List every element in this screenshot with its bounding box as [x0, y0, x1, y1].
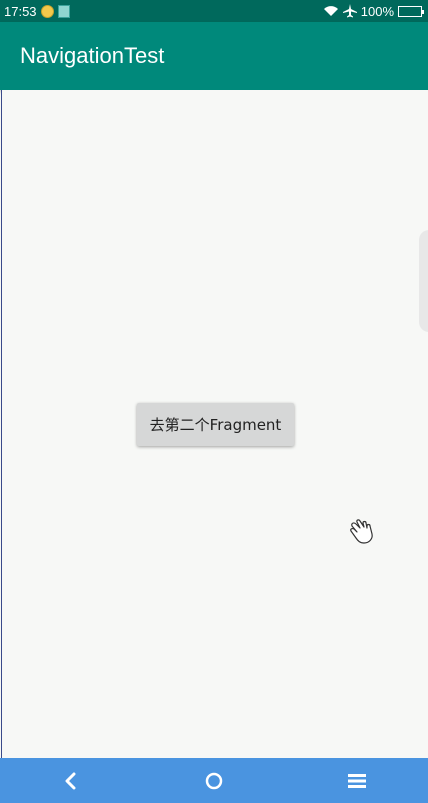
menu-icon[interactable] — [347, 773, 366, 789]
status-left: 17:53 — [4, 4, 70, 19]
status-bar: 17:53 100% — [0, 0, 428, 22]
status-time: 17:53 — [4, 3, 37, 19]
app-title: NavigationTest — [20, 43, 165, 68]
airplane-icon — [342, 4, 357, 18]
nav-home-slot[interactable] — [143, 758, 286, 803]
battery-text: 100% — [360, 3, 394, 19]
battery-icon — [398, 5, 424, 17]
go-second-fragment-button[interactable]: 去第二个Fragment — [137, 403, 294, 446]
nav-back-slot[interactable] — [0, 758, 143, 803]
status-right: 100% — [323, 3, 424, 19]
back-icon[interactable] — [64, 772, 78, 790]
app-bar: NavigationTest — [0, 22, 428, 90]
wifi-icon — [323, 6, 338, 16]
notification-icon — [40, 4, 54, 18]
nav-menu-slot[interactable] — [285, 758, 428, 803]
touch-pointer-icon — [350, 519, 373, 544]
system-nav-bar — [0, 758, 428, 803]
edge-handle[interactable] — [419, 230, 428, 332]
sim-icon — [57, 4, 70, 18]
home-icon[interactable] — [205, 772, 223, 790]
